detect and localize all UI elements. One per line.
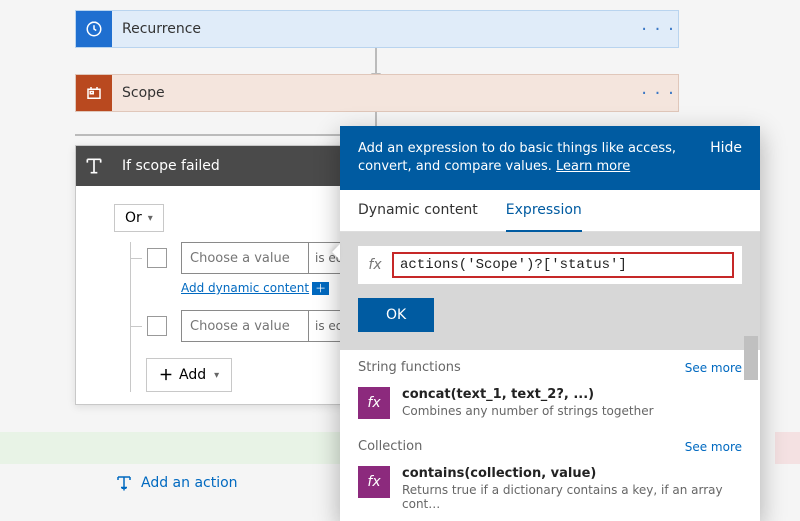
ok-button[interactable]: OK	[358, 298, 434, 332]
value-input[interactable]	[181, 310, 309, 342]
category-name: String functions	[358, 360, 461, 375]
group-operator-label: Or	[125, 210, 142, 226]
panel-intro: Add an expression to do basic things lik…	[358, 140, 696, 176]
tab-expression[interactable]: Expression	[506, 190, 582, 232]
category-header: String functions See more	[340, 350, 760, 379]
panel-scrollbar[interactable]	[744, 336, 758, 486]
card-scope[interactable]: Scope · · ·	[75, 74, 679, 112]
category-name: Collection	[358, 439, 422, 454]
branch-no-zone	[775, 432, 800, 464]
panel-header: Add an expression to do basic things lik…	[340, 126, 760, 190]
panel-tabs: Dynamic content Expression	[340, 190, 760, 232]
expression-input[interactable]	[392, 252, 734, 278]
function-item[interactable]: fx concat(text_1, text_2?, ...) Combines…	[340, 379, 760, 429]
add-condition-label: Add	[179, 367, 206, 383]
add-condition-button[interactable]: ＋ Add ▾	[146, 358, 232, 392]
add-action-label: Add an action	[141, 475, 238, 491]
see-more-link[interactable]: See more	[685, 440, 742, 454]
function-item[interactable]: fx contains(collection, value) Returns t…	[340, 458, 760, 521]
category-header: Collection See more	[340, 429, 760, 458]
function-signature: contains(collection, value)	[402, 466, 742, 481]
see-more-link[interactable]: See more	[685, 361, 742, 375]
hide-button[interactable]: Hide	[710, 140, 742, 156]
expression-input-wrap: fx	[358, 246, 742, 284]
card-scope-title: Scope	[112, 85, 638, 101]
fx-icon: fx	[358, 466, 390, 498]
scope-icon	[76, 75, 112, 111]
plus-icon: ＋	[312, 282, 329, 295]
chevron-down-icon: ▾	[148, 213, 153, 224]
function-description: Returns true if a dictionary contains a …	[402, 483, 742, 511]
function-description: Combines any number of strings together	[402, 404, 654, 418]
card-recurrence-title: Recurrence	[112, 21, 638, 37]
value-input[interactable]	[181, 242, 309, 274]
card-recurrence[interactable]: Recurrence · · ·	[75, 10, 679, 48]
card-recurrence-menu[interactable]: · · ·	[638, 19, 678, 40]
expression-panel: Add an expression to do basic things lik…	[340, 126, 760, 521]
add-action-button[interactable]: Add an action	[115, 474, 238, 492]
panel-pointer	[332, 244, 340, 260]
group-operator-select[interactable]: Or ▾	[114, 204, 164, 232]
function-signature: concat(text_1, text_2?, ...)	[402, 387, 654, 402]
condition-icon	[76, 148, 112, 184]
learn-more-link[interactable]: Learn more	[556, 159, 630, 174]
scrollbar-thumb[interactable]	[744, 336, 758, 380]
add-action-icon	[115, 474, 133, 492]
plus-icon: ＋	[159, 365, 173, 385]
row-checkbox[interactable]	[147, 316, 167, 336]
card-scope-menu[interactable]: · · ·	[638, 83, 678, 104]
chevron-down-icon: ▾	[214, 370, 219, 381]
branch-yes-zone	[0, 432, 390, 464]
fx-icon: fx	[358, 387, 390, 419]
row-checkbox[interactable]	[147, 248, 167, 268]
expression-area: fx OK	[340, 232, 760, 350]
connector-arrow	[375, 48, 377, 74]
fx-icon: fx	[358, 257, 392, 273]
tab-dynamic-content[interactable]: Dynamic content	[358, 190, 478, 231]
clock-icon	[76, 11, 112, 47]
